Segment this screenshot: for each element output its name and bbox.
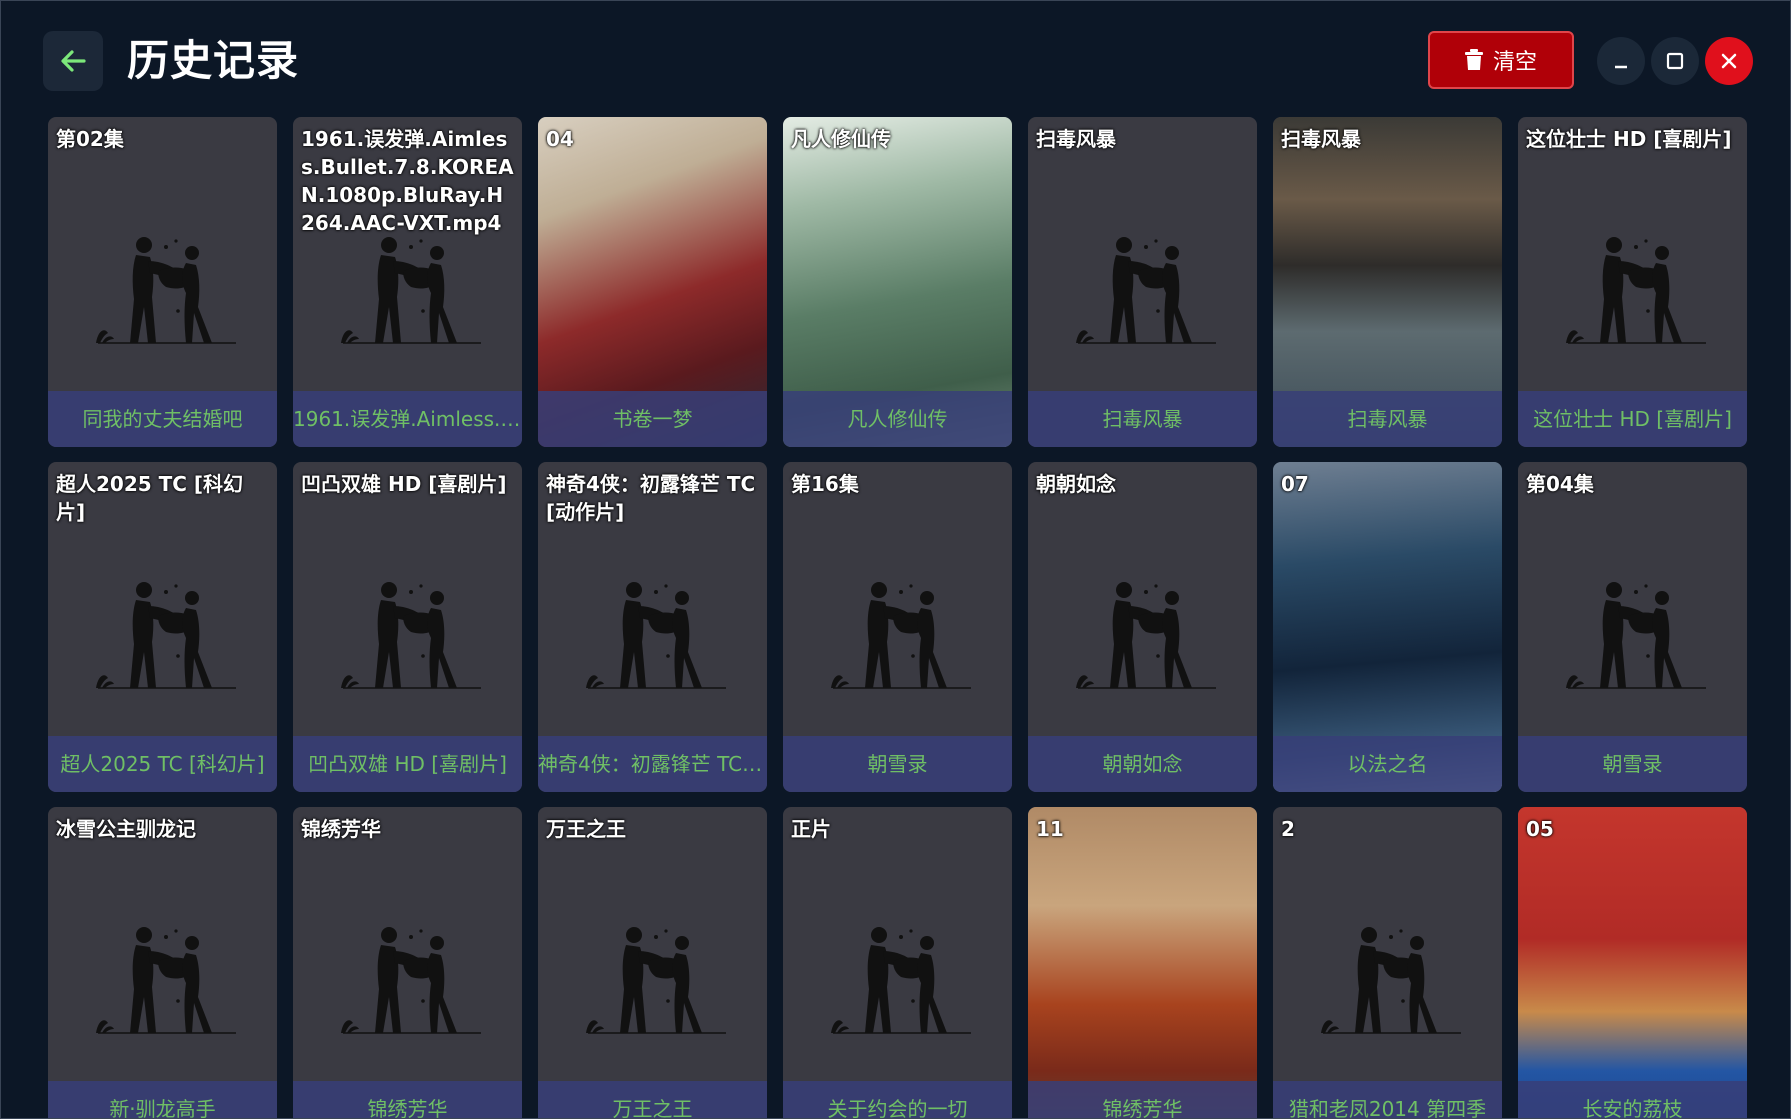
card-episode-label: 朝朝如念 bbox=[1036, 472, 1116, 496]
card-episode-label: 凡人修仙传 bbox=[791, 127, 891, 151]
history-card[interactable]: 朝朝如念 朝朝如念 bbox=[1028, 462, 1257, 792]
couple-silhouette-icon bbox=[1320, 926, 1462, 1034]
couple-silhouette-icon bbox=[1565, 581, 1707, 689]
card-title: 关于约会的一切 bbox=[783, 1081, 1012, 1118]
history-card[interactable]: 扫毒风暴 扫毒风暴 bbox=[1273, 117, 1502, 447]
card-title: 扫毒风暴 bbox=[1028, 391, 1257, 447]
card-episode-label: 第04集 bbox=[1526, 472, 1594, 496]
card-title: 锦绣芳华 bbox=[293, 1081, 522, 1118]
back-button[interactable] bbox=[43, 31, 103, 91]
card-title: 这位壮士 HD [喜剧片] bbox=[1518, 391, 1747, 447]
couple-silhouette-icon bbox=[830, 581, 972, 689]
maximize-button[interactable] bbox=[1651, 37, 1699, 85]
history-card[interactable]: 第16集朝雪录 bbox=[783, 462, 1012, 792]
arrow-left-icon bbox=[61, 50, 86, 72]
clear-history-button[interactable]: 清空 bbox=[1428, 31, 1574, 89]
couple-silhouette-icon bbox=[95, 926, 237, 1034]
page-title: 历史记录 bbox=[127, 36, 300, 85]
card-episode-label: 04 bbox=[546, 127, 574, 151]
card-episode-label: 神奇4侠：初露锋芒 TC [动作片] bbox=[546, 472, 756, 524]
couple-silhouette-icon bbox=[1075, 236, 1217, 344]
card-episode-label: 11 bbox=[1036, 817, 1064, 841]
history-card[interactable]: 万王之王 万王之王 bbox=[538, 807, 767, 1118]
poster-image bbox=[1028, 807, 1257, 1118]
history-card[interactable]: 2 猎和老凤2014 第四季 bbox=[1273, 807, 1502, 1118]
card-episode-label: 1961.误发弹.Aimless.Bullet.7.8.KOREAN.1080p… bbox=[301, 127, 514, 235]
history-card[interactable]: 07 以法之名 bbox=[1273, 462, 1502, 792]
card-episode-label: 冰雪公主驯龙记 bbox=[56, 817, 196, 841]
card-title: 超人2025 TC [科幻片] bbox=[48, 736, 277, 792]
card-episode-label: 扫毒风暴 bbox=[1036, 127, 1116, 151]
card-title: 凹凸双雄 HD [喜剧片] bbox=[293, 736, 522, 792]
card-title: 锦绣芳华 bbox=[1028, 1081, 1257, 1118]
card-title: 朝雪录 bbox=[783, 736, 1012, 792]
couple-silhouette-icon bbox=[340, 926, 482, 1034]
clear-button-label: 清空 bbox=[1492, 50, 1537, 75]
couple-silhouette-icon bbox=[1565, 236, 1707, 344]
history-window: 历史记录 清空 第02集 同我的丈夫结婚吧 1961.误发弹.Aimless.Bul… bbox=[0, 0, 1791, 1119]
couple-silhouette-icon bbox=[340, 236, 482, 344]
card-title: 猎和老凤2014 第四季 bbox=[1273, 1081, 1502, 1118]
poster-image bbox=[1518, 807, 1747, 1118]
card-title: 书卷一梦 bbox=[538, 391, 767, 447]
card-title: 长安的荔枝 bbox=[1518, 1081, 1747, 1118]
history-card[interactable]: 这位壮士 HD [喜剧片] 这位壮士 HD [喜剧片] bbox=[1518, 117, 1747, 447]
card-episode-label: 锦绣芳华 bbox=[301, 817, 381, 841]
card-episode-label: 这位壮士 HD [喜剧片] bbox=[1526, 127, 1732, 151]
history-card[interactable]: 神奇4侠：初露锋芒 TC [动作片] 神奇4侠：初露锋芒 TC ... bbox=[538, 462, 767, 792]
card-title: 万王之王 bbox=[538, 1081, 767, 1118]
card-title: 扫毒风暴 bbox=[1273, 391, 1502, 447]
card-episode-label: 扫毒风暴 bbox=[1281, 127, 1361, 151]
history-card[interactable]: 11 锦绣芳华 bbox=[1028, 807, 1257, 1118]
close-icon bbox=[1721, 53, 1737, 69]
couple-silhouette-icon bbox=[340, 581, 482, 689]
history-card[interactable]: 冰雪公主驯龙记新·驯龙高手 bbox=[48, 807, 277, 1118]
couple-silhouette-icon bbox=[585, 926, 727, 1034]
history-card[interactable]: 正片关于约会的一切 bbox=[783, 807, 1012, 1118]
card-episode-label: 2 bbox=[1281, 817, 1295, 841]
history-card[interactable]: 第04集朝雪录 bbox=[1518, 462, 1747, 792]
card-title: 朝朝如念 bbox=[1028, 736, 1257, 792]
card-episode-label: 万王之王 bbox=[546, 817, 626, 841]
history-card[interactable]: 1961.误发弹.Aimless.Bullet.7.8.KOREAN.1080p… bbox=[293, 117, 522, 447]
card-episode-label: 正片 bbox=[791, 817, 831, 841]
couple-silhouette-icon bbox=[95, 581, 237, 689]
history-card[interactable]: 锦绣芳华 锦绣芳华 bbox=[293, 807, 522, 1118]
history-card[interactable]: 超人2025 TC [科幻片] 超人2025 TC [科幻片] bbox=[48, 462, 277, 792]
history-card[interactable]: 扫毒风暴 扫毒风暴 bbox=[1028, 117, 1257, 447]
couple-silhouette-icon bbox=[1075, 581, 1217, 689]
card-title: 以法之名 bbox=[1273, 736, 1502, 792]
couple-silhouette-icon bbox=[830, 926, 972, 1034]
history-card[interactable]: 凡人修仙传 凡人修仙传 bbox=[783, 117, 1012, 447]
card-title: 同我的丈夫结婚吧 bbox=[48, 391, 277, 447]
minimize-button[interactable] bbox=[1597, 37, 1645, 85]
history-card[interactable]: 第02集同我的丈夫结婚吧 bbox=[48, 117, 277, 447]
trash-icon bbox=[1464, 49, 1483, 70]
history-card[interactable]: 04 书卷一梦 bbox=[538, 117, 767, 447]
history-card[interactable]: 凹凸双雄 HD [喜剧片] 凹凸双雄 HD [喜剧片] bbox=[293, 462, 522, 792]
history-grid: 第02集 同我的丈夫结婚吧 1961.误发弹.Aimless.Bullet.7.8.… bbox=[48, 117, 1747, 1118]
card-title: 凡人修仙传 bbox=[783, 391, 1012, 447]
card-title: 神奇4侠：初露锋芒 TC ... bbox=[538, 736, 767, 792]
card-episode-label: 07 bbox=[1281, 472, 1309, 496]
card-episode-label: 凹凸双雄 HD [喜剧片] bbox=[301, 472, 507, 496]
card-episode-label: 第16集 bbox=[791, 472, 859, 496]
couple-silhouette-icon bbox=[585, 581, 727, 689]
card-episode-label: 05 bbox=[1526, 817, 1554, 841]
history-card[interactable]: 05 长安的荔枝 bbox=[1518, 807, 1747, 1118]
card-title: 新·驯龙高手 bbox=[48, 1081, 277, 1118]
card-title: 朝雪录 bbox=[1518, 736, 1747, 792]
card-episode-label: 第02集 bbox=[56, 127, 124, 151]
maximize-icon bbox=[1666, 52, 1684, 70]
close-button[interactable] bbox=[1705, 37, 1753, 85]
couple-silhouette-icon bbox=[95, 236, 237, 344]
card-episode-label: 超人2025 TC [科幻片] bbox=[56, 472, 244, 524]
minimize-icon bbox=[1615, 65, 1627, 69]
card-title: 1961.误发弹.Aimless.B... bbox=[293, 391, 522, 447]
